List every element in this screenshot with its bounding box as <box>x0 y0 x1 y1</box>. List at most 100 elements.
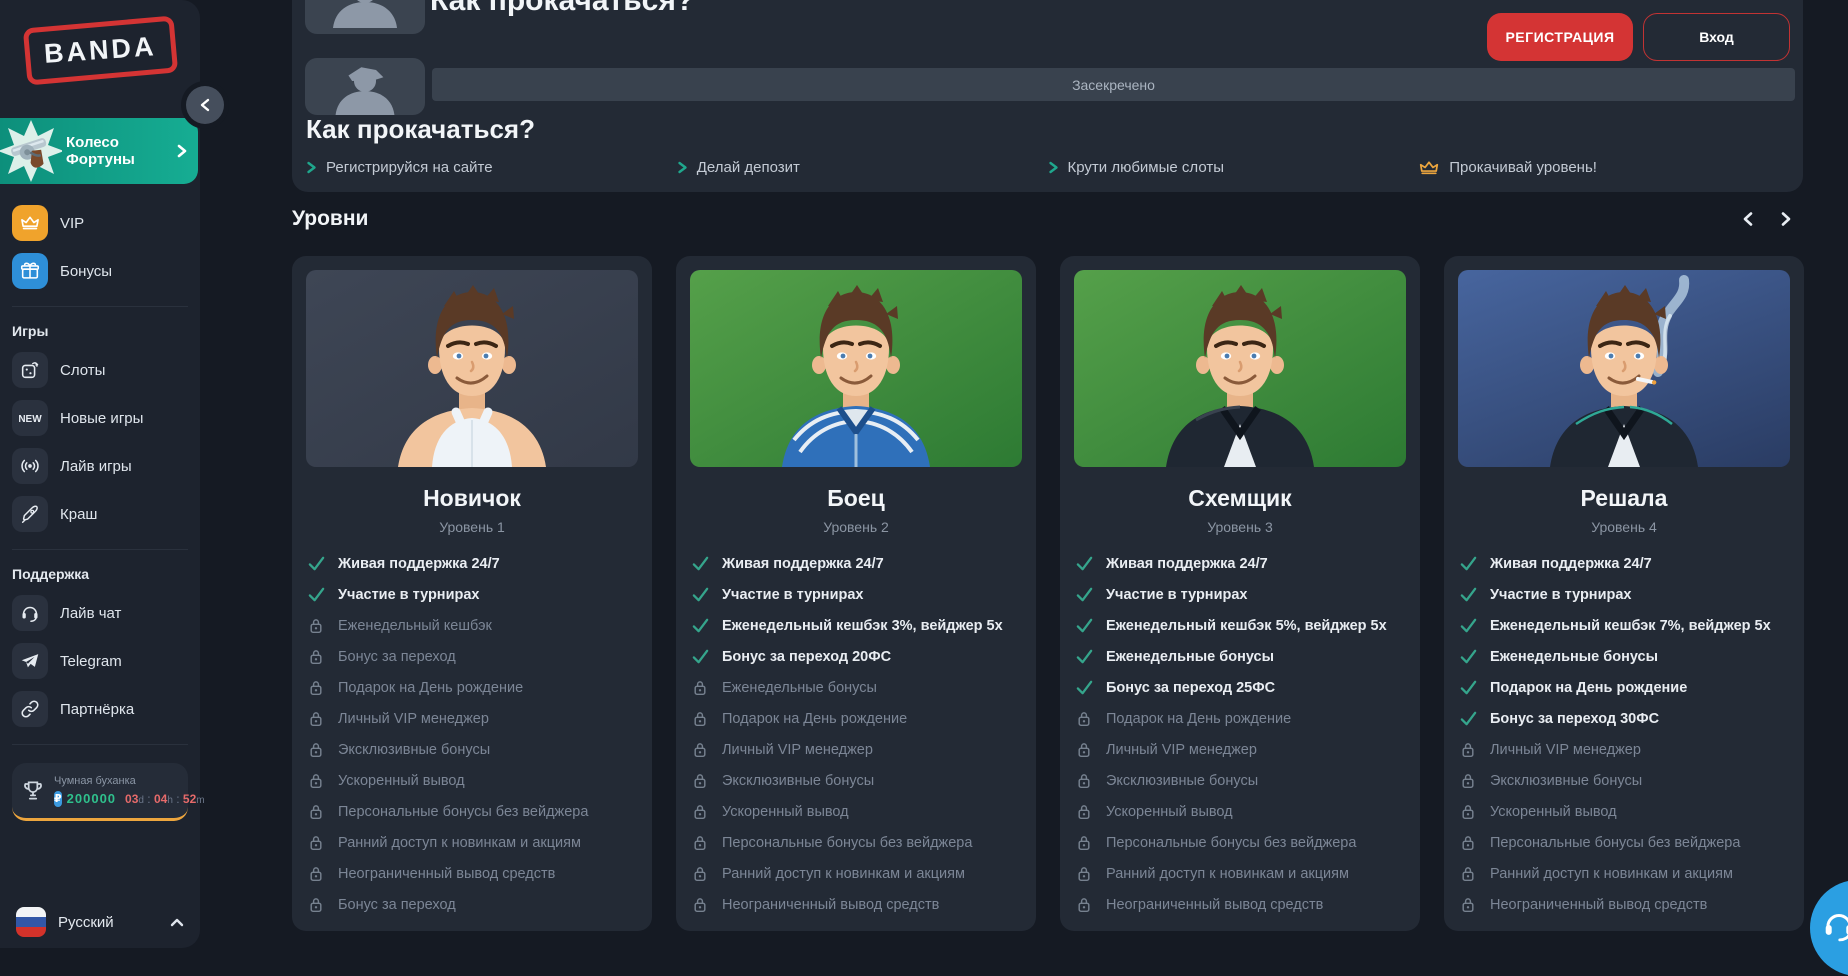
feature-item: Живая поддержка 24/7 <box>690 548 1022 579</box>
feature-label: Участие в турнирах <box>1106 587 1247 603</box>
feature-item: Еженедельный кешбэк <box>306 610 638 641</box>
check-icon <box>1458 554 1478 573</box>
check-icon <box>690 616 710 635</box>
step-label: Крути любимые слоты <box>1068 159 1225 176</box>
feature-label: Еженедельный кешбэк 7%, вейджер 5x <box>1490 618 1771 634</box>
sidebar-item-new-games[interactable]: NEW Новые игры <box>12 399 188 437</box>
gift-icon <box>12 253 48 289</box>
sidebar-item-crash[interactable]: Краш <box>12 495 188 533</box>
level-avatar-image <box>1458 270 1790 467</box>
feature-label: Подарок на День рождение <box>722 711 907 727</box>
feature-item: Неограниченный вывод средств <box>1458 889 1790 920</box>
feature-item: Ускоренный вывод <box>306 765 638 796</box>
brand-logo-frame: BANDA <box>23 15 178 85</box>
brand-logo[interactable]: BANDA <box>0 0 200 92</box>
feature-label: Бонус за переход <box>338 649 456 665</box>
feature-label: Бонус за переход <box>338 897 456 913</box>
feature-item: Ускоренный вывод <box>1074 796 1406 827</box>
feature-item: Персональные бонусы без вейджера <box>306 796 638 827</box>
feature-label: Неограниченный вывод средств <box>338 866 555 882</box>
sidebar-collapse-button[interactable] <box>186 86 224 124</box>
sidebar-item-affiliate[interactable]: Партнёрка <box>12 690 188 728</box>
tournament-widget[interactable]: Чумная буханка ₽ 200000 03d : 04h : 52m <box>12 763 188 821</box>
feature-item: Бонус за переход 30ФС <box>1458 703 1790 734</box>
feature-label: Неограниченный вывод средств <box>722 897 939 913</box>
support-chat-button[interactable] <box>1810 880 1848 976</box>
chevron-right-icon <box>677 161 688 174</box>
steps-row: Регистрируйся на сайте Делай депозит Кру… <box>306 152 1789 182</box>
login-button[interactable]: Вход <box>1643 13 1790 61</box>
feature-item: Ускоренный вывод <box>1458 796 1790 827</box>
feature-label: Личный VIP менеджер <box>338 711 489 727</box>
carousel-next-button[interactable] <box>1771 204 1801 234</box>
level-card-fighter: Боец Уровень 2 Живая поддержка 24/7 Учас… <box>676 256 1036 931</box>
lock-icon <box>1458 834 1478 851</box>
lock-icon <box>1458 865 1478 882</box>
feature-label: Ранний доступ к новинкам и акциям <box>1106 866 1349 882</box>
section-label-games: Игры <box>12 323 188 339</box>
feature-list: Живая поддержка 24/7 Участие в турнирах … <box>1458 548 1790 920</box>
feature-label: Живая поддержка 24/7 <box>1106 556 1268 572</box>
sidebar-item-slots[interactable]: Слоты <box>12 351 188 389</box>
feature-item: Личный VIP менеджер <box>1074 734 1406 765</box>
lock-icon <box>1074 741 1094 758</box>
level-card-fixer: Решала Уровень 4 Живая поддержка 24/7 Уч… <box>1444 256 1804 931</box>
carousel-prev-button[interactable] <box>1733 204 1763 234</box>
step-label: Прокачивай уровень! <box>1449 159 1597 176</box>
check-icon <box>1458 678 1478 697</box>
lock-icon <box>306 803 326 820</box>
feature-list: Живая поддержка 24/7 Участие в турнирах … <box>1074 548 1406 920</box>
feature-label: Личный VIP менеджер <box>1490 742 1641 758</box>
feature-label: Бонус за переход 20ФС <box>722 649 891 665</box>
sidebar: BANDA Колесо Фортуны <box>0 0 200 948</box>
feature-item: Подарок на День рождение <box>1074 703 1406 734</box>
feature-label: Персональные бонусы без вейджера <box>338 804 588 820</box>
feature-item: Ранний доступ к новинкам и акциям <box>690 858 1022 889</box>
feature-item: Еженедельный кешбэк 3%, вейджер 5x <box>690 610 1022 641</box>
classified-bar: Засекречено <box>432 68 1795 101</box>
lock-icon <box>1458 741 1478 758</box>
wheel-banner-label: Колесо Фортуны <box>62 134 176 169</box>
feature-label: Подарок на День рождение <box>338 680 523 696</box>
feature-item: Участие в турнирах <box>1074 579 1406 610</box>
feature-label: Подарок на День рождение <box>1490 680 1687 696</box>
lock-icon <box>690 679 710 696</box>
lock-icon <box>690 772 710 789</box>
lock-icon <box>690 896 710 913</box>
check-icon <box>690 554 710 573</box>
feature-label: Ускоренный вывод <box>722 804 849 820</box>
sidebar-item-telegram[interactable]: Telegram <box>12 642 188 680</box>
level-name: Боец <box>690 485 1022 512</box>
feature-item: Неограниченный вывод средств <box>690 889 1022 920</box>
wheel-of-fortune-banner[interactable]: Колесо Фортуны <box>0 118 198 184</box>
check-icon <box>1074 678 1094 697</box>
lock-icon <box>306 896 326 913</box>
auth-buttons: РЕГИСТРАЦИЯ Вход <box>1487 13 1790 61</box>
lock-icon <box>1074 710 1094 727</box>
register-button[interactable]: РЕГИСТРАЦИЯ <box>1487 13 1633 61</box>
feature-item: Персональные бонусы без вейджера <box>690 827 1022 858</box>
language-selector[interactable]: Русский <box>12 904 188 940</box>
feature-item: Эксклюзивные бонусы <box>306 734 638 765</box>
feature-label: Персональные бонусы без вейджера <box>1490 835 1740 851</box>
lock-icon <box>690 741 710 758</box>
feature-label: Персональные бонусы без вейджера <box>1106 835 1356 851</box>
check-icon <box>1074 585 1094 604</box>
dice-icon <box>12 352 48 388</box>
feature-label: Еженедельный кешбэк 3%, вейджер 5x <box>722 618 1003 634</box>
sidebar-item-label: Новые игры <box>60 410 143 427</box>
lock-icon <box>690 865 710 882</box>
lock-icon <box>306 834 326 851</box>
sidebar-item-live-games[interactable]: Лайв игры <box>12 447 188 485</box>
level-cards: Новичок Уровень 1 Живая поддержка 24/7 У… <box>292 256 1803 931</box>
sidebar-item-bonuses[interactable]: Бонусы <box>12 252 188 290</box>
sidebar-item-label: Лайв чат <box>60 605 121 622</box>
sidebar-item-vip[interactable]: VIP <box>12 204 188 242</box>
feature-item: Еженедельный кешбэк 7%, вейджер 5x <box>1458 610 1790 641</box>
classified-level-thumbnail <box>305 58 425 115</box>
ruble-icon: ₽ <box>54 791 62 807</box>
level-number: Уровень 1 <box>306 519 638 535</box>
sidebar-item-live-chat[interactable]: Лайв чат <box>12 594 188 632</box>
check-icon <box>1458 585 1478 604</box>
feature-item: Подарок на День рождение <box>1458 672 1790 703</box>
